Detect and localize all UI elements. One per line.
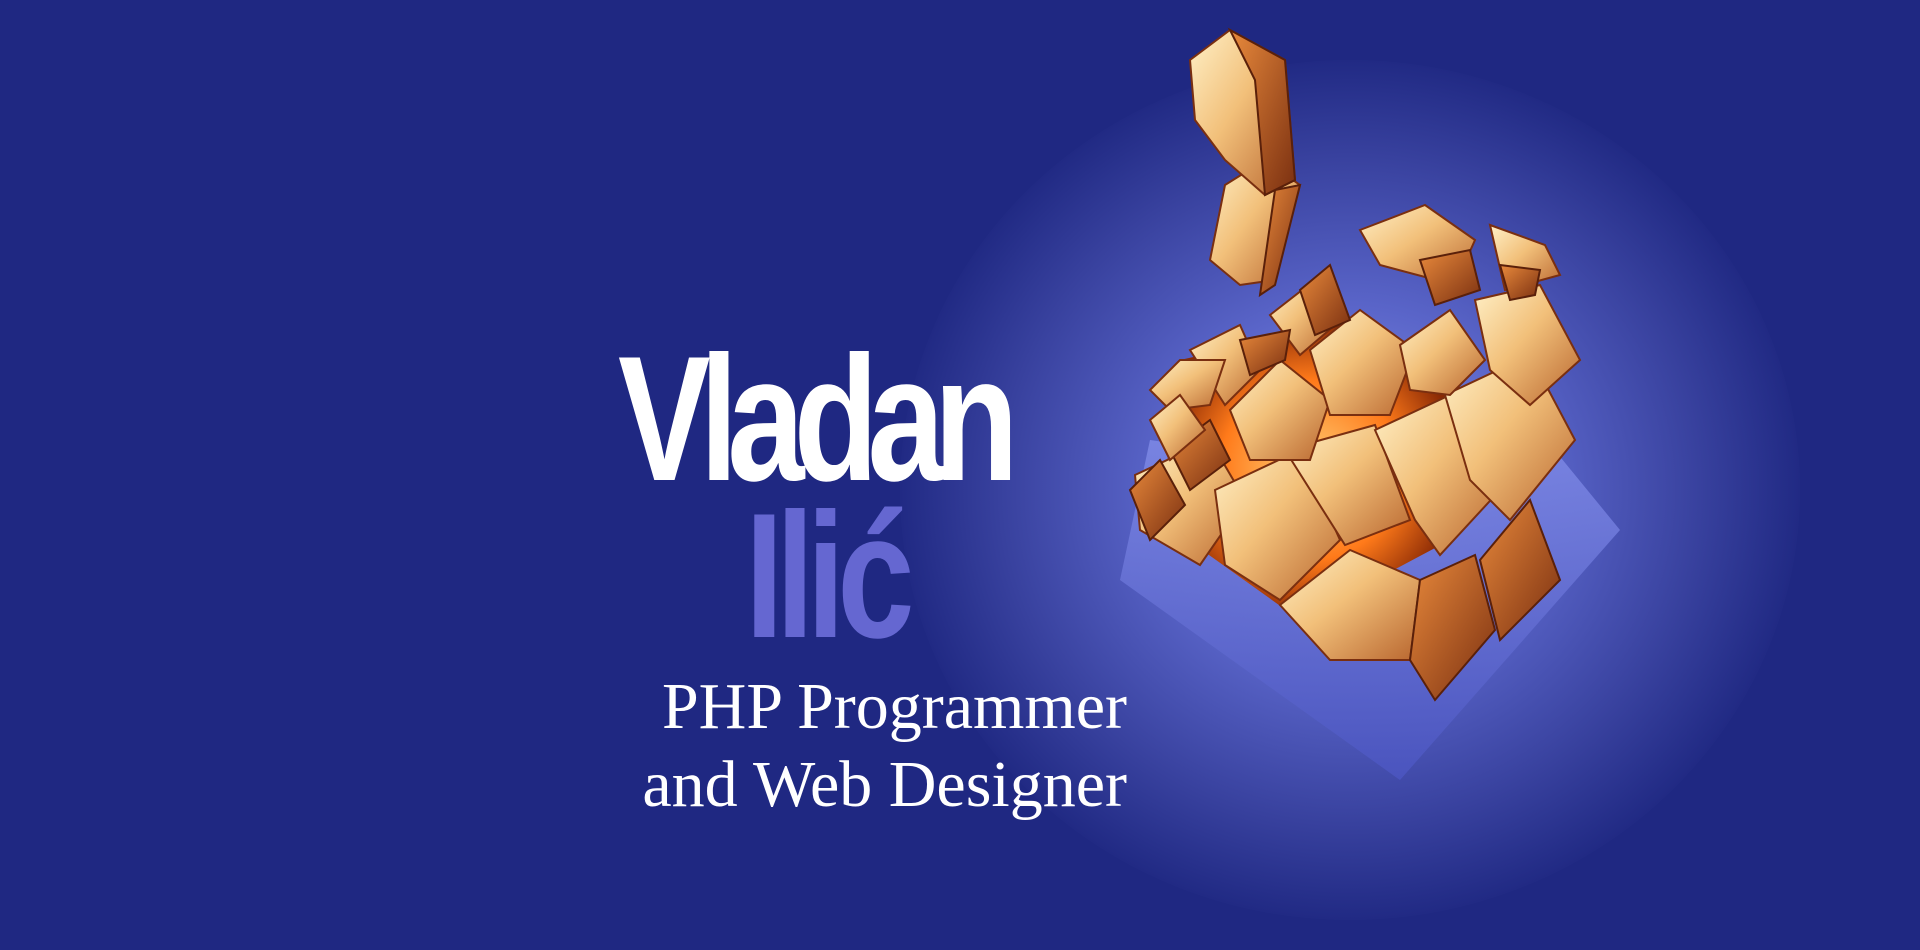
tagline-line-1: PHP Programmer [661,670,1127,743]
tagline: PHP Programmer and Web Designer [642,668,1127,824]
last-name: Ilić [745,476,915,675]
tagline-line-2: and Web Designer [642,748,1127,821]
